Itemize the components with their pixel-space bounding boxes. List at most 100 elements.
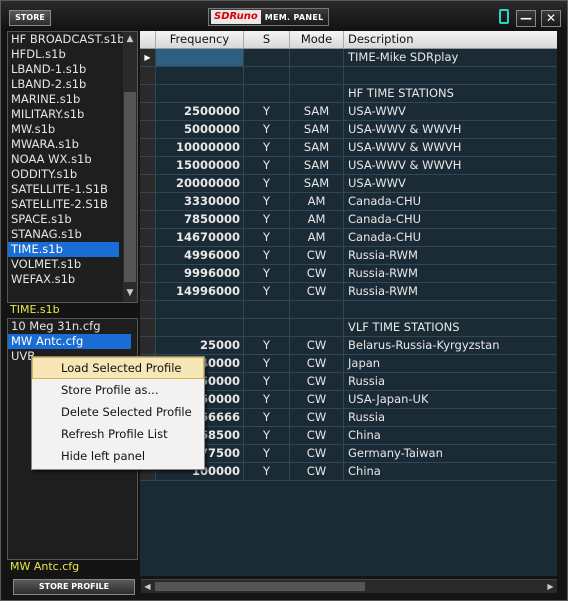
frequency-cell: 10000000: [156, 139, 244, 156]
table-row[interactable]: 10000000 Y SAM USA-WWV & WWVH: [140, 139, 557, 157]
col-s[interactable]: S: [244, 31, 290, 48]
mode-cell: SAM: [290, 139, 344, 156]
mode-cell: CW: [290, 283, 344, 300]
table-hscrollbar[interactable]: ◀ ▶: [141, 579, 557, 593]
file-list-item[interactable]: SATELLITE-2.S1B: [8, 197, 137, 212]
table-row[interactable]: [140, 301, 557, 319]
row-indicator: [140, 121, 156, 138]
col-frequency[interactable]: Frequency: [156, 31, 244, 48]
file-list-item[interactable]: SPACE.s1b: [8, 212, 137, 227]
row-indicator: [140, 139, 156, 156]
frequency-cell: [156, 85, 244, 102]
memory-table[interactable]: Frequency S Mode Description ▶ TIME-Mike …: [140, 31, 557, 576]
file-list-item[interactable]: MW.s1b: [8, 122, 137, 137]
hscroll-thumb[interactable]: [155, 582, 365, 591]
menu-item-load-selected-profile[interactable]: Load Selected Profile: [32, 357, 204, 379]
mode-cell: CW: [290, 373, 344, 390]
table-row[interactable]: 7850000 Y AM Canada-CHU: [140, 211, 557, 229]
profile-list-item[interactable]: MW Antc.cfg: [8, 334, 131, 349]
s-cell: Y: [244, 157, 290, 174]
menu-item-store-profile-as[interactable]: Store Profile as...: [32, 379, 204, 401]
file-list-item[interactable]: MILITARY.s1b: [8, 107, 137, 122]
file-list-item[interactable]: LBAND-1.s1b: [8, 62, 137, 77]
table-row[interactable]: [140, 67, 557, 85]
file-list-item[interactable]: SATELLITE-1.S1B: [8, 182, 137, 197]
scroll-right-icon[interactable]: ▶: [544, 580, 557, 593]
selected-file-label: TIME.s1b: [10, 303, 60, 316]
description-cell: China: [348, 464, 381, 478]
description-cell: USA-WWV: [348, 104, 406, 118]
row-indicator: [140, 337, 156, 354]
s-cell: Y: [244, 463, 290, 480]
table-row[interactable]: 14996000 Y CW Russia-RWM: [140, 283, 557, 301]
s-cell: [244, 319, 290, 336]
table-row[interactable]: ▶ TIME-Mike SDRplay: [140, 49, 557, 67]
s-cell: Y: [244, 121, 290, 138]
store-profile-button[interactable]: STORE PROFILE: [13, 579, 135, 595]
menu-item-hide-left-panel[interactable]: Hide left panel: [32, 445, 204, 467]
description-cell: Russia: [348, 410, 385, 424]
table-row[interactable]: 20000000 Y SAM USA-WWV: [140, 175, 557, 193]
file-list-item[interactable]: MARINE.s1b: [8, 92, 137, 107]
mode-cell: [290, 85, 344, 102]
table-row[interactable]: HF TIME STATIONS: [140, 85, 557, 103]
description-cell: Germany-Taiwan: [348, 446, 443, 460]
col-mode[interactable]: Mode: [290, 31, 344, 48]
mode-cell: [290, 319, 344, 336]
logo-brand: SDRuno: [211, 10, 261, 24]
scroll-thumb[interactable]: [124, 92, 136, 282]
scroll-up-icon[interactable]: ▲: [123, 32, 137, 46]
description-cell: Japan: [348, 356, 381, 370]
description-cell: Canada-CHU: [348, 194, 422, 208]
row-indicator: [140, 85, 156, 102]
scroll-left-icon[interactable]: ◀: [141, 580, 154, 593]
frequency-cell: 9996000: [156, 265, 244, 282]
file-list-item[interactable]: HF BROADCAST.s1b: [8, 32, 137, 47]
s-cell: Y: [244, 247, 290, 264]
table-row[interactable]: 2500000 Y SAM USA-WWV: [140, 103, 557, 121]
file-list-item[interactable]: TIME.s1b: [8, 242, 119, 257]
selected-profile-label: MW Antc.cfg: [10, 560, 80, 573]
file-list-item[interactable]: LBAND-2.s1b: [8, 77, 137, 92]
file-list-item[interactable]: VOLMET.s1b: [8, 257, 137, 272]
scroll-down-icon[interactable]: ▼: [123, 286, 137, 300]
mode-cell: CW: [290, 247, 344, 264]
s-cell: Y: [244, 445, 290, 462]
file-list-item[interactable]: ODDITY.s1b: [8, 167, 137, 182]
menu-item-refresh-profile-list[interactable]: Refresh Profile List: [32, 423, 204, 445]
s-cell: [244, 67, 290, 84]
minimize-button[interactable]: —: [516, 10, 536, 27]
table-row[interactable]: 4996000 Y CW Russia-RWM: [140, 247, 557, 265]
store-button[interactable]: STORE: [9, 10, 51, 26]
file-list-item[interactable]: STANAG.s1b: [8, 227, 137, 242]
description-cell: China: [348, 428, 381, 442]
file-list-item[interactable]: MWARA.s1b: [8, 137, 137, 152]
table-row[interactable]: VLF TIME STATIONS: [140, 319, 557, 337]
file-list-item[interactable]: HFDL.s1b: [8, 47, 137, 62]
row-indicator: [140, 157, 156, 174]
mode-cell: AM: [290, 229, 344, 246]
file-list-item[interactable]: WEFAX.s1b: [8, 272, 137, 287]
description-cell: Canada-CHU: [348, 230, 422, 244]
panel-number-indicator[interactable]: [499, 9, 509, 24]
table-row[interactable]: 15000000 Y SAM USA-WWV & WWVH: [140, 157, 557, 175]
description-cell: Canada-CHU: [348, 212, 422, 226]
mode-cell: CW: [290, 337, 344, 354]
table-row[interactable]: 14670000 Y AM Canada-CHU: [140, 229, 557, 247]
file-list-scrollbar[interactable]: ▲ ▼: [123, 32, 137, 302]
table-row[interactable]: 9996000 Y CW Russia-RWM: [140, 265, 557, 283]
table-row[interactable]: 5000000 Y SAM USA-WWV & WWVH: [140, 121, 557, 139]
frequency-cell: 7850000: [156, 211, 244, 228]
row-indicator-header: [140, 31, 156, 48]
profile-list-item[interactable]: 10 Meg 31n.cfg: [8, 319, 137, 334]
col-description[interactable]: Description: [344, 31, 557, 48]
close-button[interactable]: ✕: [541, 10, 561, 27]
mode-cell: SAM: [290, 103, 344, 120]
menu-item-delete-selected-profile[interactable]: Delete Selected Profile: [32, 401, 204, 423]
s-cell: Y: [244, 283, 290, 300]
file-list-item[interactable]: NOAA WX.s1b: [8, 152, 137, 167]
memory-file-list[interactable]: HF BROADCAST.s1b HFDL.s1b LBAND-1.s1b LBAND…: [7, 31, 138, 303]
table-row[interactable]: 25000 Y CW Belarus-Russia-Kyrgyzstan: [140, 337, 557, 355]
mode-cell: AM: [290, 193, 344, 210]
table-row[interactable]: 3330000 Y AM Canada-CHU: [140, 193, 557, 211]
